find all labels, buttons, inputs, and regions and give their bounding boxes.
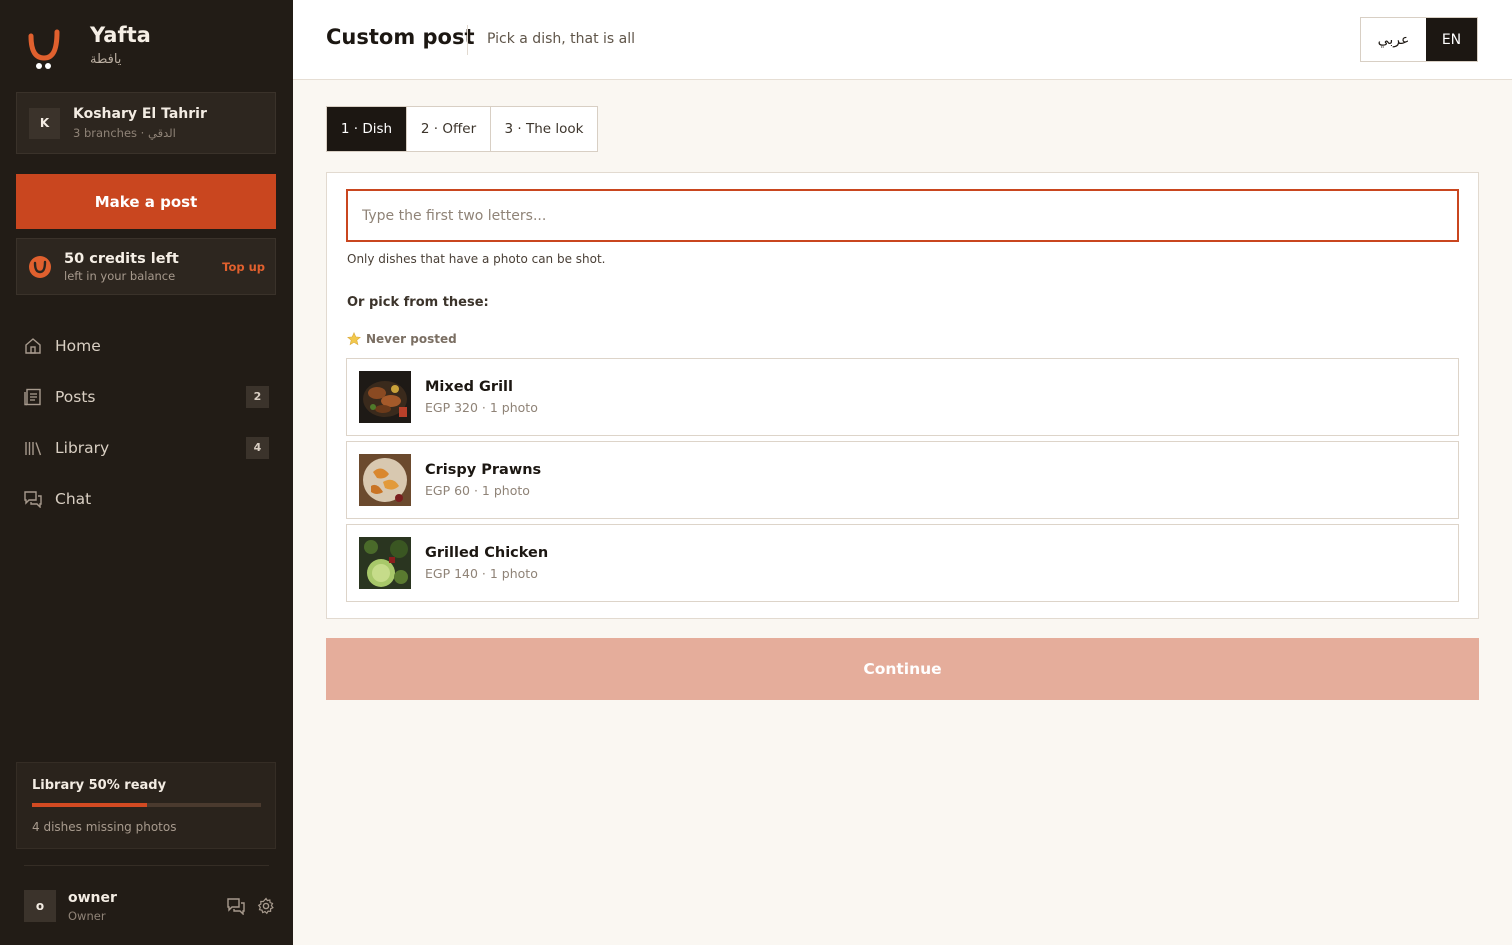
sidebar-divider <box>24 865 269 866</box>
page-header: Custom post Pick a dish, that is all عرب… <box>293 0 1512 80</box>
dish-name: Grilled Chicken <box>425 545 549 561</box>
library-progress-fill <box>32 803 147 807</box>
step-tabs: 1 · Dish 2 · Offer 3 · The look <box>326 106 598 152</box>
org-switcher[interactable]: K Koshary El Tahrir 3 branches · الدقي <box>16 92 276 154</box>
user-role: Owner <box>68 908 106 923</box>
credits-count: 50 credits left <box>64 250 179 267</box>
lang-arabic-button[interactable]: عربي <box>1361 18 1426 61</box>
sidebar-item-chat[interactable]: Chat <box>16 473 276 524</box>
dish-name: Mixed Grill <box>425 379 513 395</box>
library-status-subtitle: 4 dishes missing photos <box>32 820 177 834</box>
library-progress-bar <box>32 803 261 807</box>
posts-icon <box>24 388 42 406</box>
sidebar-item-label: Library <box>55 438 110 457</box>
org-name: Koshary El Tahrir <box>73 106 207 122</box>
sidebar-item-label: Home <box>55 336 101 355</box>
credits-subtitle: left in your balance <box>64 268 176 283</box>
library-status-card[interactable]: Library 50% ready 4 dishes missing photo… <box>16 762 276 849</box>
dish-search-input[interactable] <box>346 189 1459 242</box>
dish-picker-panel: Only dishes that have a photo can be sho… <box>326 172 1479 619</box>
tab-offer[interactable]: 2 · Offer <box>407 107 491 151</box>
user-name: owner <box>68 889 117 906</box>
crispy-prawns-thumbnail <box>359 454 411 506</box>
sidebar-item-label: Chat <box>55 489 92 508</box>
org-subtitle: 3 branches · الدقي <box>73 126 176 140</box>
credits-smile-icon <box>28 255 52 279</box>
sidebar-nav: Home Posts 2 Library 4 Chat <box>16 320 276 524</box>
search-hint: Only dishes that have a photo can be sho… <box>347 252 606 266</box>
library-icon <box>24 439 42 457</box>
brand-arabic-name: يافطة <box>90 52 122 67</box>
mixed-grill-thumbnail <box>359 371 411 423</box>
list-item[interactable]: Mixed Grill EGP 320 · 1 photo <box>346 358 1459 436</box>
page-subtitle: Pick a dish, that is all <box>487 31 636 47</box>
continue-button[interactable]: Continue <box>326 638 1479 700</box>
home-icon <box>24 337 42 355</box>
chat-icon <box>24 490 42 508</box>
library-count-badge: 4 <box>246 436 269 459</box>
chat-icon[interactable] <box>226 896 246 916</box>
dish-meta: EGP 140 · 1 photo <box>425 566 538 581</box>
lang-english-button[interactable]: EN <box>1426 18 1477 61</box>
sidebar-item-label: Posts <box>55 387 96 406</box>
tab-the-look[interactable]: 3 · The look <box>491 107 597 151</box>
brand[interactable]: Yafta يافطة <box>24 22 151 72</box>
page-title: Custom post <box>326 25 475 49</box>
gear-icon[interactable] <box>256 896 276 916</box>
library-status-title: Library 50% ready <box>32 778 167 793</box>
group-label-text: Never posted <box>366 332 457 346</box>
make-post-button[interactable]: Make a post <box>16 174 276 229</box>
dish-meta: EGP 60 · 1 photo <box>425 483 530 498</box>
sidebar-item-posts[interactable]: Posts 2 <box>16 371 276 422</box>
never-posted-group-label: Never posted <box>347 332 457 346</box>
user-profile: o owner Owner <box>24 884 276 928</box>
star-icon <box>347 332 361 346</box>
smile-logo-icon <box>24 22 64 72</box>
sidebar-item-library[interactable]: Library 4 <box>16 422 276 473</box>
dish-meta: EGP 320 · 1 photo <box>425 400 538 415</box>
brand-name: Yafta <box>90 23 151 47</box>
dish-list: Mixed Grill EGP 320 · 1 photo Crispy Pra… <box>346 358 1459 607</box>
sidebar-item-home[interactable]: Home <box>16 320 276 371</box>
tab-dish[interactable]: 1 · Dish <box>327 107 407 151</box>
avatar[interactable]: o <box>24 890 56 922</box>
org-avatar: K <box>29 107 60 139</box>
list-item[interactable]: Crispy Prawns EGP 60 · 1 photo <box>346 441 1459 519</box>
top-up-link[interactable]: Top up <box>222 260 265 274</box>
language-toggle: عربي EN <box>1360 17 1478 62</box>
list-item[interactable]: Grilled Chicken EGP 140 · 1 photo <box>346 524 1459 602</box>
grilled-chicken-thumbnail <box>359 537 411 589</box>
title-divider <box>467 25 468 55</box>
sidebar: Yafta يافطة K Koshary El Tahrir 3 branch… <box>0 0 293 945</box>
dish-name: Crispy Prawns <box>425 462 542 478</box>
pick-from-label: Or pick from these: <box>347 295 489 310</box>
posts-count-badge: 2 <box>246 385 269 408</box>
credits-card: 50 credits left left in your balance Top… <box>16 238 276 295</box>
